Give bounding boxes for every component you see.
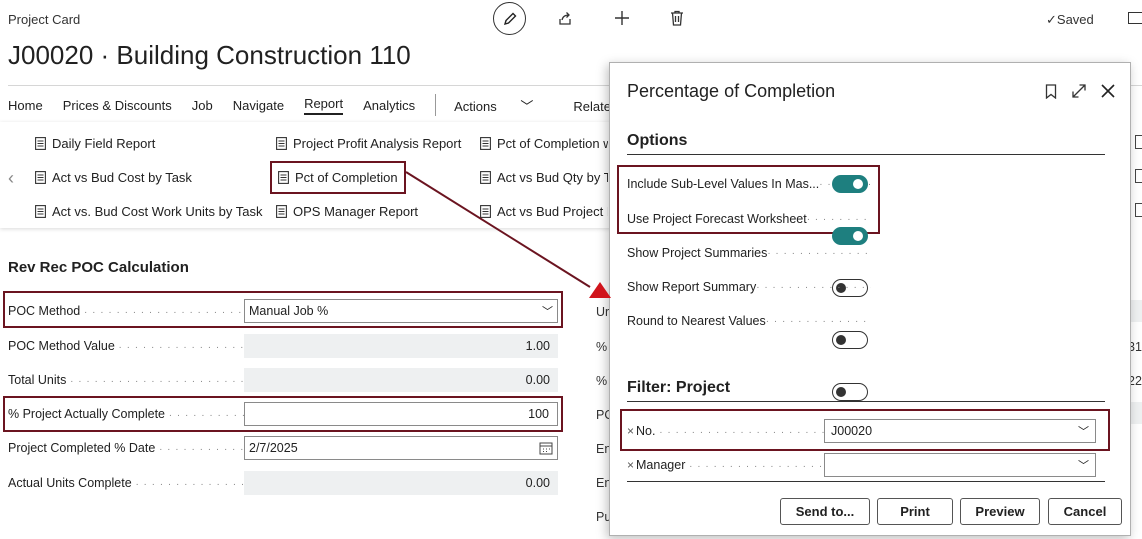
callout-arrow xyxy=(405,171,611,298)
